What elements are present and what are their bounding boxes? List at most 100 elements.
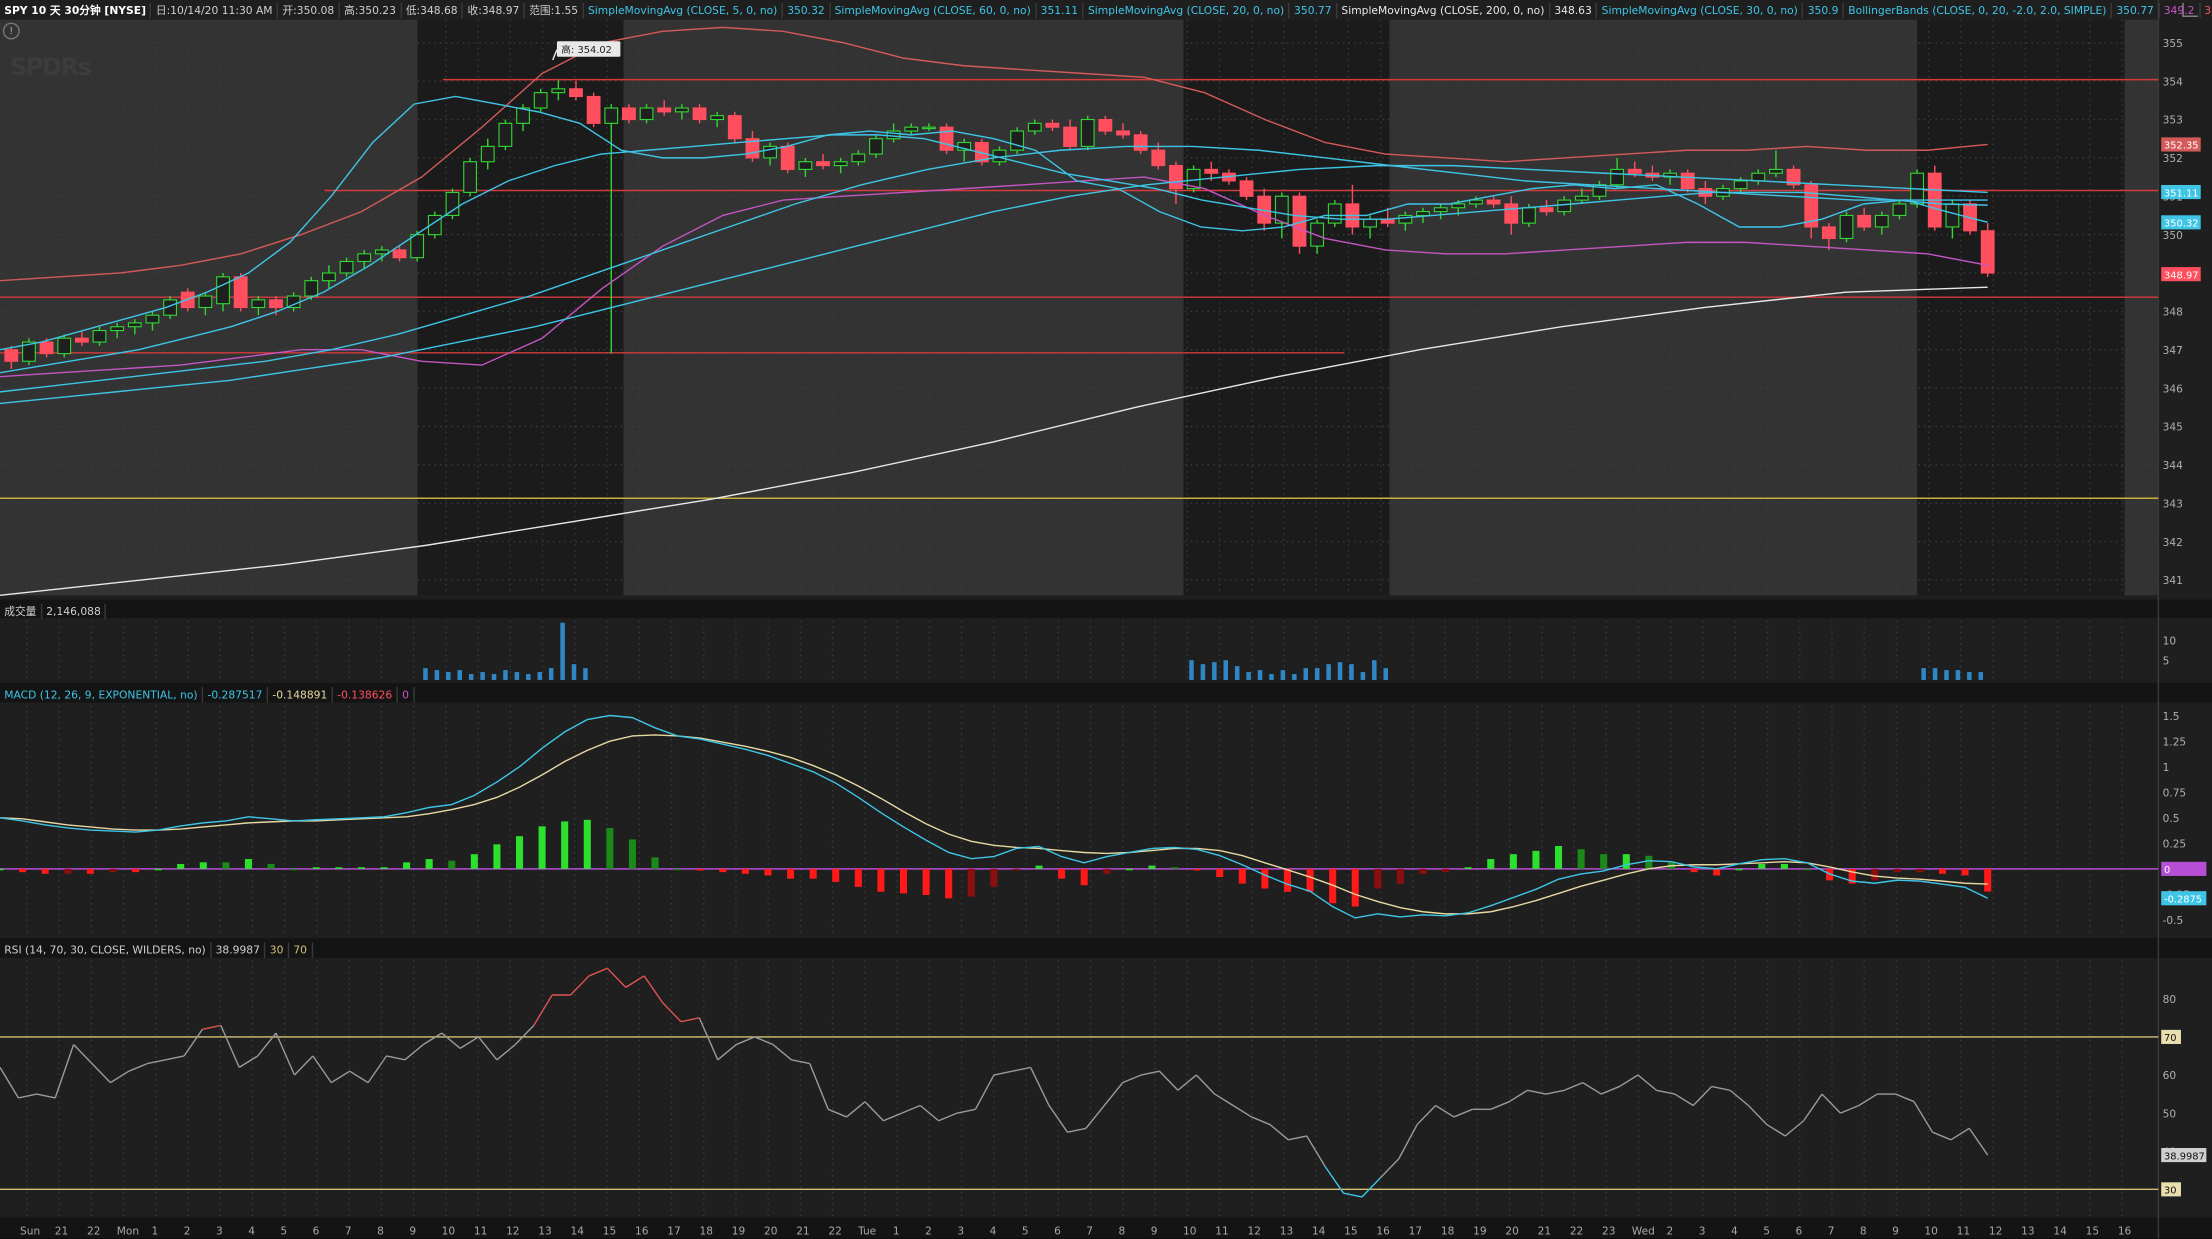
candle-up	[1274, 195, 1289, 224]
macd-histogram-bar	[899, 868, 908, 894]
bollinger-label[interactable]: BollingerBands (CLOSE, 0, 20, -2.0, 2.0,…	[1844, 2, 2113, 18]
rsi-label[interactable]: RSI (14, 70, 30, CLOSE, WILDERS, no)	[0, 941, 212, 958]
spdrs-watermark: SPDRs	[9, 53, 92, 82]
candle-up	[251, 299, 266, 309]
volume-bar	[1944, 670, 1949, 680]
candle-down	[233, 276, 248, 309]
time-tick-label: Sun	[20, 1225, 40, 1237]
time-tick-label: 12	[506, 1225, 519, 1237]
candle-down	[569, 88, 583, 98]
time-tick-label: 10	[1924, 1225, 1938, 1237]
volume-label[interactable]: 成交量	[0, 603, 43, 619]
price-axis-badge-label: 351.11	[2164, 188, 2199, 199]
volume-bar	[1223, 660, 1229, 680]
volume-bar	[446, 672, 451, 680]
macd-histogram-bar	[1396, 868, 1404, 884]
macd-histogram-bar	[1351, 868, 1359, 907]
candle-up	[127, 322, 142, 328]
candle-down	[74, 337, 89, 343]
macd-histogram-bar	[357, 867, 365, 869]
candle-down	[1821, 226, 1836, 240]
candle-up	[604, 107, 619, 124]
volume-bar	[1383, 668, 1388, 680]
macd-histogram-bar	[1148, 865, 1156, 869]
time-tick-label: 16	[635, 1225, 649, 1237]
sma30-label[interactable]: SimpleMovingAvg (CLOSE, 30, 0, no)	[1597, 2, 1804, 18]
macd-histogram-bar	[1442, 868, 1450, 873]
volume-bar	[560, 622, 565, 680]
time-tick-label: 13	[538, 1225, 551, 1237]
macd-label[interactable]: MACD (12, 26, 9, EXPONENTIAL, no)	[0, 686, 204, 702]
candle-up	[551, 88, 566, 94]
chart-canvas[interactable]: 3413423433443453463473483493503513523533…	[0, 0, 2212, 1239]
candle-up	[710, 115, 725, 121]
sma200-label[interactable]: SimpleMovingAvg (CLOSE, 200, 0, no)	[1337, 2, 1551, 18]
candle-up	[921, 126, 936, 130]
volume-bar	[1303, 668, 1309, 680]
macd-histogram-bar	[651, 857, 659, 869]
bollinger-lower-value: 349.2	[2159, 2, 2201, 18]
time-tick-label: 2	[184, 1225, 191, 1237]
candle-up	[533, 92, 548, 109]
time-tick-label: 10	[442, 1225, 456, 1237]
candle-down	[39, 341, 54, 355]
time-tick-label: 7	[345, 1225, 352, 1237]
volume-bar	[1314, 668, 1320, 680]
time-tick-label: 14	[1312, 1225, 1326, 1237]
candle-up	[110, 326, 125, 332]
candle-down	[586, 95, 601, 124]
macd-histogram-bar	[1780, 863, 1788, 869]
macd-histogram-bar	[1171, 867, 1179, 869]
price-tick-label: 344	[2163, 460, 2183, 472]
macd-tick-label: 0.25	[2163, 839, 2187, 851]
sma20-label[interactable]: SimpleMovingAvg (CLOSE, 20, 0, no)	[1084, 2, 1290, 18]
macd-histogram-bar	[1600, 854, 1608, 869]
sma60-label[interactable]: SimpleMovingAvg (CLOSE, 60, 0, no)	[830, 2, 1037, 18]
volume-tick-label: 5	[2163, 655, 2170, 667]
time-tick-label: 21	[55, 1225, 68, 1237]
sma60-value: 351.11	[1036, 2, 1084, 18]
macd-histogram-bar	[86, 868, 94, 874]
macd-histogram-bar	[967, 868, 975, 897]
time-tick-label: 5	[1022, 1225, 1029, 1237]
candle-up	[1574, 195, 1589, 201]
macd-histogram-bar	[515, 836, 524, 869]
macd-histogram-bar	[1487, 859, 1495, 869]
close-label: 收:348.97	[463, 2, 525, 18]
macd-histogram-bar	[1080, 868, 1088, 886]
low-label: 低:348.68	[402, 2, 464, 18]
info-icon[interactable]: !	[2, 22, 20, 40]
macd-histogram-bar	[877, 868, 885, 892]
macd-histogram-bar	[290, 868, 298, 871]
time-tick-label: 4	[990, 1225, 997, 1237]
macd-histogram-bar	[1984, 868, 1992, 892]
high-annotation-label: 高: 354.02	[561, 43, 612, 56]
macd-tick-label: 1.25	[2163, 736, 2187, 748]
macd-histogram-bar	[41, 868, 49, 874]
candle-up	[339, 260, 354, 274]
range-label: 范围:1.55	[525, 2, 584, 18]
macd-histogram-bar	[1532, 850, 1540, 869]
candle-up	[1769, 168, 1783, 174]
macd-histogram-bar	[561, 821, 569, 869]
candle-up	[304, 280, 319, 297]
macd-histogram-bar	[1261, 868, 1269, 889]
volume-tick-label: 10	[2163, 636, 2177, 648]
rsi-axis-badge-label: 38.9987	[2164, 1151, 2205, 1162]
volume-bar	[537, 672, 542, 680]
volume-bar	[1921, 668, 1926, 680]
time-tick-label: 8	[1119, 1225, 1126, 1237]
candle-up	[1027, 122, 1042, 132]
time-tick-label: 22	[828, 1225, 841, 1237]
sma5-label[interactable]: SimpleMovingAvg (CLOSE, 5, 0, no)	[584, 2, 783, 18]
candle-up	[1521, 207, 1536, 224]
symbol-label[interactable]: SPY 10 天 30分钟 [NYSE]	[0, 2, 152, 18]
session-band	[623, 19, 1184, 596]
macd-histogram-bar	[154, 868, 162, 871]
time-tick-label: 18	[1441, 1225, 1454, 1237]
time-tick-label: 5	[280, 1225, 287, 1237]
macd-histogram-bar	[1690, 868, 1698, 873]
candle-down	[1627, 168, 1642, 174]
macd-histogram-bar	[1238, 868, 1246, 884]
candle-down	[1239, 180, 1254, 197]
